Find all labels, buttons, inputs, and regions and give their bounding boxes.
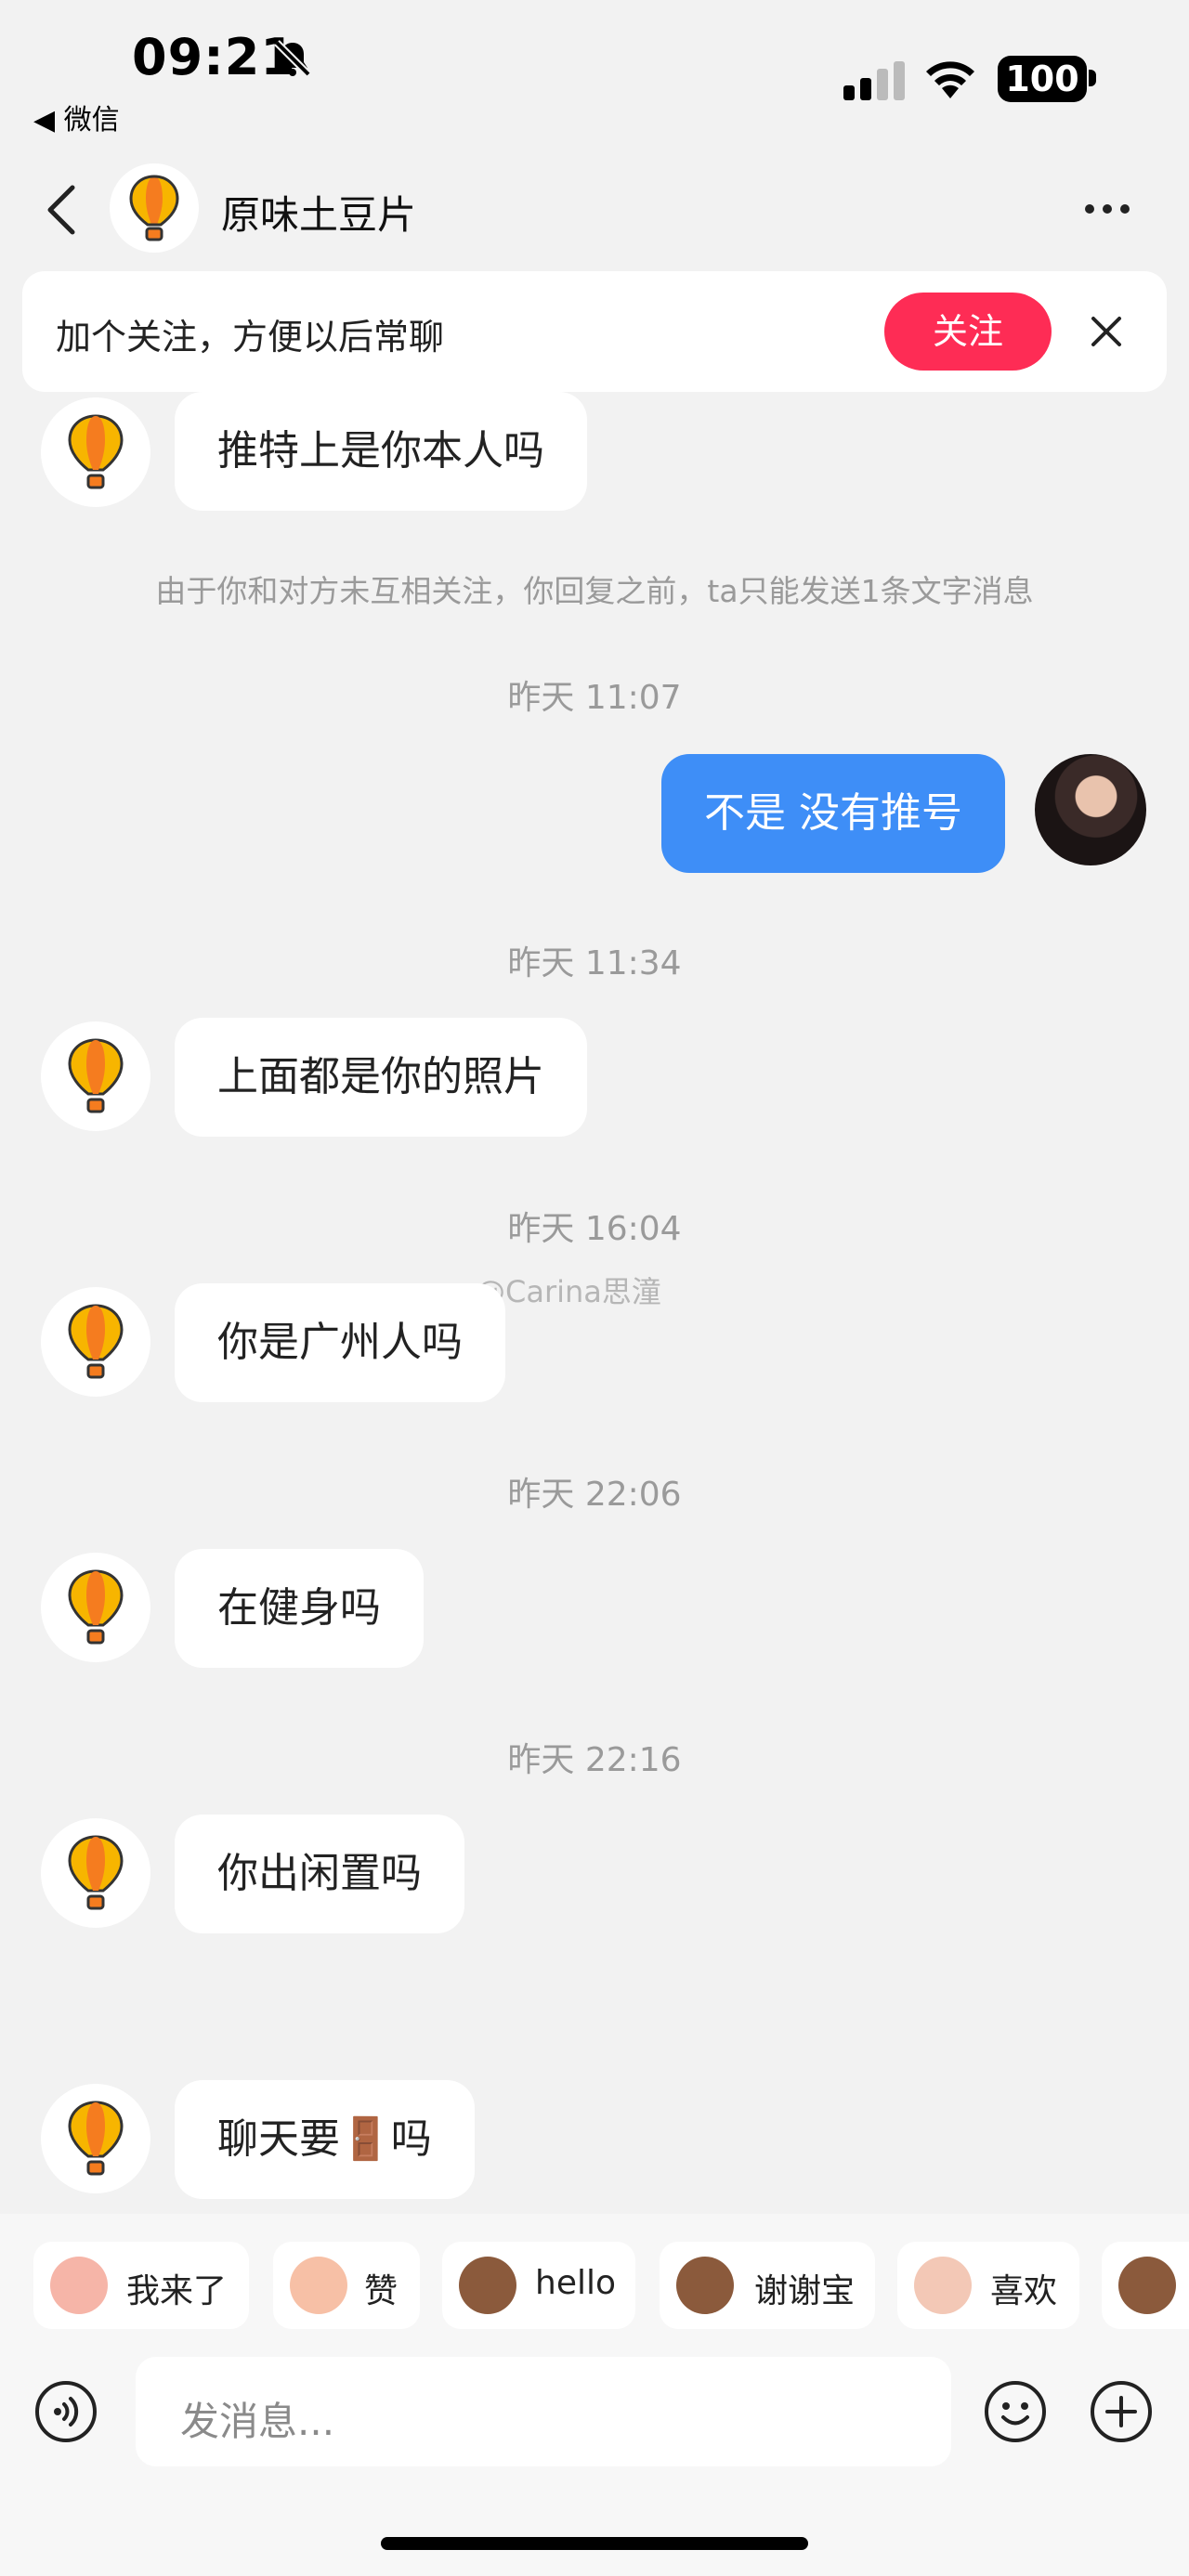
message-timestamp: 昨天 16:04 — [507, 1210, 682, 1248]
sticker-icon — [1118, 2257, 1176, 2314]
hot-air-balloon-icon — [68, 414, 124, 489]
back-arrow-icon[interactable] — [41, 182, 82, 238]
message-input-placeholder: 发消息... — [180, 2399, 335, 2444]
message-bubble[interactable]: 你是广州人吗 — [175, 1283, 505, 1402]
page-title: 原味土豆片 — [221, 192, 417, 238]
follow-banner-text: 加个关注，方便以后常聊 — [56, 317, 445, 358]
contact-avatar[interactable] — [41, 1818, 150, 1928]
message-timestamp: 昨天 22:16 — [507, 1741, 682, 1779]
back-to-wechat-link[interactable]: ◀ 微信 — [33, 97, 120, 137]
more-options-icon[interactable] — [1083, 202, 1131, 215]
close-icon[interactable] — [1085, 310, 1128, 353]
quick-reply-chip[interactable] — [1102, 2242, 1189, 2329]
contact-avatar[interactable] — [41, 1553, 150, 1662]
message-bubble[interactable]: 推特上是你本人吗 — [175, 392, 587, 511]
hot-air-balloon-icon — [68, 2101, 124, 2176]
hot-air-balloon-icon — [68, 1304, 124, 1379]
quick-reply-chip[interactable]: 赞 — [273, 2242, 420, 2329]
my-avatar[interactable] — [1035, 754, 1146, 865]
quick-reply-chip[interactable]: hello — [442, 2242, 635, 2329]
emoji-icon[interactable] — [983, 2379, 1048, 2444]
quick-reply-bar[interactable]: 我来了 赞 hello 谢谢宝 喜欢 — [0, 2242, 1189, 2331]
hot-air-balloon-icon — [129, 175, 179, 241]
bell-muted-icon — [274, 40, 311, 77]
sticker-icon — [676, 2257, 734, 2314]
message-timestamp: 昨天 11:34 — [507, 944, 682, 982]
sticker-icon — [50, 2257, 108, 2314]
follow-button[interactable]: 关注 — [884, 293, 1052, 371]
hot-air-balloon-icon — [68, 1835, 124, 1910]
sticker-icon — [290, 2257, 347, 2314]
hot-air-balloon-icon — [68, 1569, 124, 1645]
wifi-icon — [926, 61, 974, 98]
quick-reply-label: 赞 — [364, 2272, 399, 2310]
sticker-icon — [459, 2257, 516, 2314]
message-timestamp: 昨天 22:06 — [507, 1476, 682, 1514]
quick-reply-label: hello — [535, 2264, 616, 2302]
battery-indicator: 100 — [998, 56, 1087, 102]
contact-avatar[interactable] — [41, 397, 150, 507]
sticker-icon — [914, 2257, 972, 2314]
voice-icon[interactable] — [33, 2379, 98, 2444]
quick-reply-chip[interactable]: 谢谢宝 — [660, 2242, 875, 2329]
contact-avatar[interactable] — [110, 163, 199, 253]
quick-reply-label: 喜欢 — [990, 2272, 1058, 2310]
quick-reply-label: 我来了 — [126, 2272, 228, 2310]
quick-reply-chip[interactable]: 我来了 — [33, 2242, 249, 2329]
contact-avatar[interactable] — [41, 2084, 150, 2193]
quick-reply-chip[interactable]: 喜欢 — [897, 2242, 1079, 2329]
message-bubble[interactable]: 上面都是你的照片 — [175, 1018, 587, 1137]
message-bubble[interactable]: 在健身吗 — [175, 1549, 424, 1668]
battery-tip — [1089, 70, 1096, 86]
quick-reply-label: 谢谢宝 — [754, 2272, 856, 2310]
plus-icon[interactable] — [1089, 2379, 1154, 2444]
hot-air-balloon-icon — [68, 1038, 124, 1113]
reply-limit-notice: 由于你和对方未互相关注，你回复之前，ta只能发送1条文字消息 — [155, 573, 1034, 609]
message-bubble[interactable]: 你出闲置吗 — [175, 1815, 464, 1933]
message-timestamp: 昨天 11:07 — [507, 679, 682, 717]
home-indicator[interactable] — [381, 2537, 808, 2550]
cellular-signal-icon — [843, 61, 905, 100]
contact-avatar[interactable] — [41, 1021, 150, 1131]
message-bubble[interactable]: 聊天要🚪吗 — [175, 2080, 475, 2199]
contact-avatar[interactable] — [41, 1287, 150, 1397]
my-message-bubble[interactable]: 不是 没有推号 — [661, 754, 1005, 873]
